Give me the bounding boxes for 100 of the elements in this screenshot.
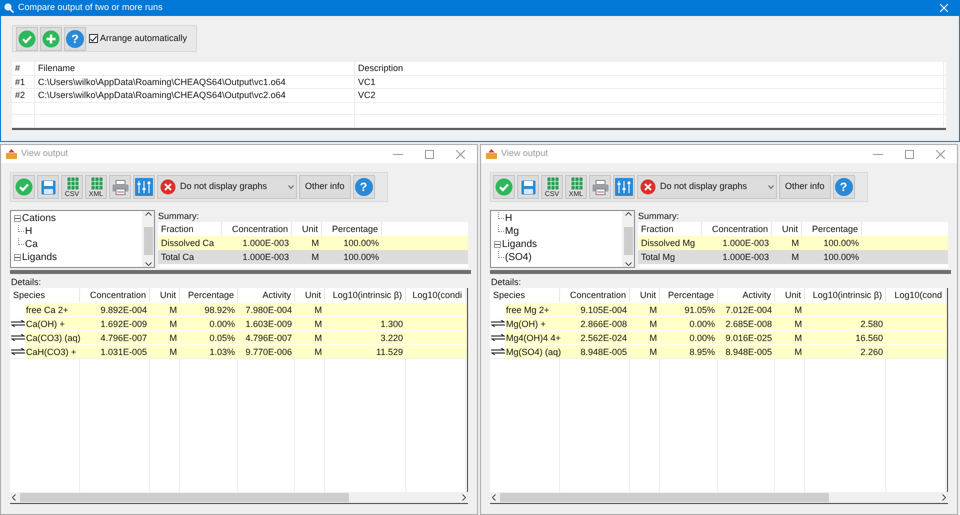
- tree-item[interactable]: Mg: [505, 226, 519, 236]
- species-cell-text: Mg(SO4) (aq): [505, 346, 562, 358]
- equilibrium-arrows-icon: [10, 334, 24, 341]
- tree-item[interactable]: H: [25, 226, 32, 236]
- summary-row[interactable]: Dissolved Mg 1.000E-003 M 100.00%: [638, 236, 948, 250]
- column-header[interactable]: #: [12, 62, 35, 74]
- help-button[interactable]: ?: [352, 175, 375, 199]
- tree-item[interactable]: Ligands: [502, 240, 538, 250]
- scroll-right-icon[interactable]: [942, 494, 946, 501]
- help-button[interactable]: ?: [64, 26, 86, 50]
- close-icon[interactable]: [456, 150, 465, 158]
- window-title: View output: [501, 147, 548, 160]
- arrange-checkbox[interactable]: Arrange automatically: [89, 32, 188, 46]
- scroll-down-icon[interactable]: [624, 262, 632, 266]
- table-cell-text: 7.012E-004: [724, 304, 773, 316]
- tree-item[interactable]: Ligands: [22, 252, 58, 262]
- table-cell: #1: [12, 76, 35, 88]
- table-cell-text: 11.529: [375, 346, 404, 358]
- table-cell-text: 3.220: [379, 332, 404, 344]
- column-header[interactable]: Filename: [35, 62, 355, 74]
- scroll-left-icon[interactable]: [12, 494, 16, 501]
- graph-dropdown[interactable]: Do not display graphs: [157, 175, 297, 199]
- save-button[interactable]: [517, 175, 539, 199]
- table-cell-text: 1.603E-009: [244, 318, 293, 330]
- scroll-down-icon[interactable]: [144, 262, 152, 266]
- details-row[interactable]: free Mg 2+ 9.105E-004 M 91.05% 7.012E-004 M: [490, 302, 947, 316]
- table-cell-text: Dissolved Mg: [640, 237, 696, 250]
- table-cell-text: 1.000E-003: [241, 237, 290, 250]
- table-cell-text: 2.685E-008: [724, 318, 773, 330]
- summary-row[interactable]: Dissolved Ca 1.000E-003 M 100.00%: [158, 236, 468, 250]
- vertical-scrollbar[interactable]: [142, 211, 154, 267]
- details-row[interactable]: Mg(SO4) (aq) 8.948E-005 M 8.95% 8.948E-005 M 2.260: [490, 344, 947, 358]
- tree-item[interactable]: Cations: [22, 214, 56, 224]
- close-circle-icon: [640, 179, 656, 195]
- maximize-icon[interactable]: [425, 150, 434, 158]
- table-cell-text: M: [168, 304, 178, 316]
- table-cell-text: 7.980E-004: [244, 304, 293, 316]
- tree-item[interactable]: H: [505, 214, 512, 224]
- table-cell-text: 98.92%: [203, 304, 236, 316]
- maximize-icon[interactable]: [905, 150, 914, 158]
- tree-item[interactable]: (SO4): [505, 252, 532, 262]
- save-button[interactable]: [37, 175, 59, 199]
- add-button[interactable]: [40, 26, 62, 50]
- scroll-right-icon[interactable]: [462, 494, 466, 501]
- collapse-toggle[interactable]: [14, 254, 21, 261]
- summary-row[interactable]: Total Mg 1.000E-003 M 100.00%: [638, 250, 948, 264]
- species-cell-text: Mg(OH) +: [505, 318, 546, 330]
- details-label: Details:: [491, 276, 522, 288]
- details-row[interactable]: Mg4(OH)4 4+ 2.562E-024 M 0.00% 9.016E-025 M 16.560: [490, 330, 947, 344]
- tree-item[interactable]: Ca: [25, 240, 38, 250]
- table-cell-text: 9.892E-004: [99, 304, 148, 316]
- ok-button[interactable]: [16, 26, 38, 50]
- help-button[interactable]: ?: [832, 175, 855, 199]
- table-cell-text: M: [310, 237, 320, 250]
- settings-button[interactable]: [133, 175, 155, 199]
- search-icon: [4, 3, 14, 13]
- details-row[interactable]: CaH(CO3) + 1.031E-005 M 1.03% 9.770E-006 M 11.529: [10, 344, 467, 358]
- table-cell-text: M: [648, 332, 658, 344]
- scroll-up-icon[interactable]: [624, 212, 632, 216]
- table-cell-text: 9.770E-006: [244, 346, 293, 358]
- graph-dropdown[interactable]: Do not display graphs: [637, 175, 777, 199]
- settings-button[interactable]: [613, 175, 635, 199]
- table-cell-text: 9.105E-004: [579, 304, 628, 316]
- table-cell-text: 1.000E-003: [721, 251, 770, 264]
- spreadsheet-icon: [571, 177, 583, 190]
- ok-button[interactable]: [493, 175, 515, 199]
- printer-icon: [592, 180, 608, 194]
- window-title: Compare output of two or more runs: [18, 1, 163, 14]
- table-cell-text: 100.00%: [822, 237, 860, 250]
- printer-icon: [112, 180, 128, 194]
- collapse-toggle[interactable]: [14, 215, 21, 222]
- table-cell-text: 8.948E-005: [724, 346, 773, 358]
- print-button[interactable]: [589, 175, 611, 199]
- chevron-down-icon: [768, 185, 774, 189]
- column-header[interactable]: Description: [355, 62, 944, 74]
- equilibrium-arrows-icon: [10, 320, 24, 327]
- close-icon[interactable]: [936, 150, 945, 158]
- details-row[interactable]: free Ca 2+ 9.892E-004 M 98.92% 7.980E-004 M: [10, 302, 467, 316]
- collapse-toggle[interactable]: [494, 241, 501, 248]
- vertical-scrollbar[interactable]: [622, 211, 634, 267]
- check-icon: [18, 30, 36, 48]
- equilibrium-arrows-icon: [490, 334, 504, 341]
- details-row[interactable]: Ca(OH) + 1.692E-009 M 0.00% 1.603E-009 M 1.300: [10, 316, 467, 330]
- table-cell-text: 2.562E-024: [579, 332, 628, 344]
- sliders-icon: [135, 178, 153, 196]
- details-label: Details:: [11, 276, 42, 288]
- details-row[interactable]: Mg(OH) + 2.866E-008 M 0.00% 2.685E-008 M 2.580: [490, 316, 947, 330]
- table-cell-text: 2.260: [859, 346, 884, 358]
- table-cell-text: Total Mg: [640, 251, 676, 264]
- summary-row[interactable]: Total Ca 1.000E-003 M 100.00%: [158, 250, 468, 264]
- details-row[interactable]: Ca(CO3) (aq) 4.796E-007 M 0.05% 4.796E-007 M 3.220: [10, 330, 467, 344]
- ok-button[interactable]: [13, 175, 35, 199]
- table-cell-text: 100.00%: [342, 251, 380, 264]
- other-info-button[interactable]: Other info: [299, 175, 351, 199]
- other-info-button[interactable]: Other info: [779, 175, 831, 199]
- print-button[interactable]: [109, 175, 131, 199]
- table-cell-text: M: [314, 304, 323, 316]
- scroll-up-icon[interactable]: [144, 212, 152, 216]
- species-cell-text: CaH(CO3) +: [25, 346, 76, 358]
- scroll-left-icon[interactable]: [492, 494, 496, 501]
